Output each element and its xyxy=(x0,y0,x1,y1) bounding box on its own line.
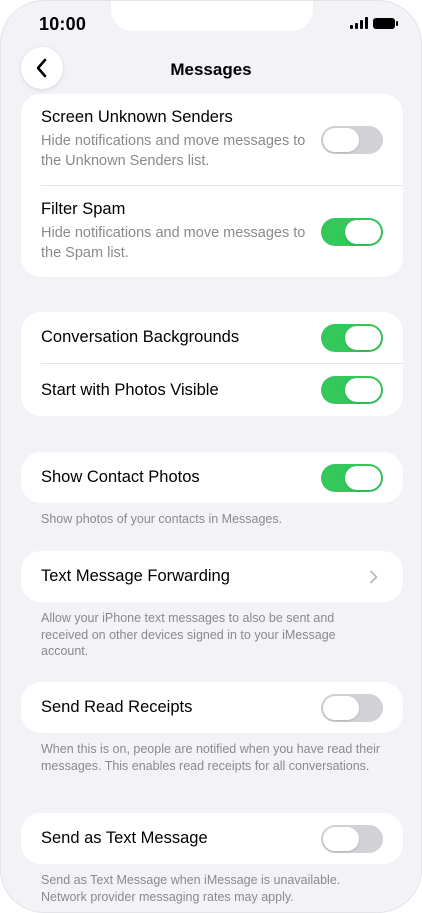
filter-spam-toggle[interactable] xyxy=(321,217,383,246)
read-receipts-card: Send Read Receipts xyxy=(21,682,403,733)
screen-unknown-senders-row: Screen Unknown Senders Hide notification… xyxy=(21,94,403,185)
notch xyxy=(111,1,313,31)
send-as-text-message-toggle[interactable] xyxy=(321,824,383,853)
show-contact-photos-footnote: Show photos of your contacts in Messages… xyxy=(41,512,283,526)
cellular-signal-icon xyxy=(350,17,368,29)
row-subtitle: Hide notifications and move messages to … xyxy=(41,133,306,169)
row-title: Conversation Backgrounds xyxy=(41,328,240,346)
send-as-text-message-row: Send as Text Message xyxy=(21,813,403,864)
battery-icon xyxy=(373,17,398,29)
text-message-forwarding-footnote: Allow your iPhone text messages to also … xyxy=(41,611,336,658)
row-subtitle: Hide notifications and move messages to … xyxy=(41,225,306,261)
toggle-knob xyxy=(323,826,359,851)
row-title: Send Read Receipts xyxy=(41,698,193,716)
send-as-text-card: Send as Text Message xyxy=(21,813,403,864)
phone-screen: 10:00 Messages Screen Unknown Senders Hi… xyxy=(0,0,422,913)
toggle-knob xyxy=(345,325,381,350)
send-read-receipts-footnote: When this is on, people are notified whe… xyxy=(41,742,381,773)
row-title: Show Contact Photos xyxy=(41,468,200,486)
contact-photos-card: Show Contact Photos xyxy=(21,452,403,503)
row-title: Text Message Forwarding xyxy=(41,567,230,585)
page-title: Messages xyxy=(170,60,252,79)
conversation-backgrounds-toggle[interactable] xyxy=(321,323,383,352)
status-icons xyxy=(350,17,398,29)
send-read-receipts-row: Send Read Receipts xyxy=(21,682,403,733)
conversation-card: Conversation Backgrounds Start with Phot… xyxy=(21,312,403,416)
send-as-text-message-footnote: Send as Text Message when iMessage is un… xyxy=(41,873,341,904)
row-title: Start with Photos Visible xyxy=(41,380,219,399)
text-message-forwarding-row[interactable]: Text Message Forwarding xyxy=(21,551,403,602)
toggle-knob xyxy=(345,465,381,490)
show-contact-photos-toggle[interactable] xyxy=(321,463,383,492)
status-time: 10:00 xyxy=(39,14,87,34)
row-title: Filter Spam xyxy=(41,200,126,218)
show-contact-photos-row: Show Contact Photos xyxy=(21,452,403,503)
toggle-knob xyxy=(323,127,359,152)
filter-spam-row: Filter Spam Hide notifications and move … xyxy=(21,186,403,277)
start-with-photos-visible-toggle[interactable] xyxy=(321,376,383,404)
row-title: Screen Unknown Senders xyxy=(41,108,233,126)
toggle-knob xyxy=(323,695,359,720)
chevron-right-icon xyxy=(370,570,378,583)
toggle-knob xyxy=(345,219,381,244)
start-with-photos-visible-row: Start with Photos Visible xyxy=(21,364,403,416)
screen-unknown-senders-toggle[interactable] xyxy=(321,125,383,154)
conversation-backgrounds-row: Conversation Backgrounds xyxy=(21,312,403,363)
row-title: Send as Text Message xyxy=(41,829,208,847)
forwarding-card: Text Message Forwarding xyxy=(21,551,403,602)
toggle-knob xyxy=(345,378,381,402)
send-read-receipts-toggle[interactable] xyxy=(321,693,383,722)
filtering-card: Screen Unknown Senders Hide notification… xyxy=(21,94,403,277)
